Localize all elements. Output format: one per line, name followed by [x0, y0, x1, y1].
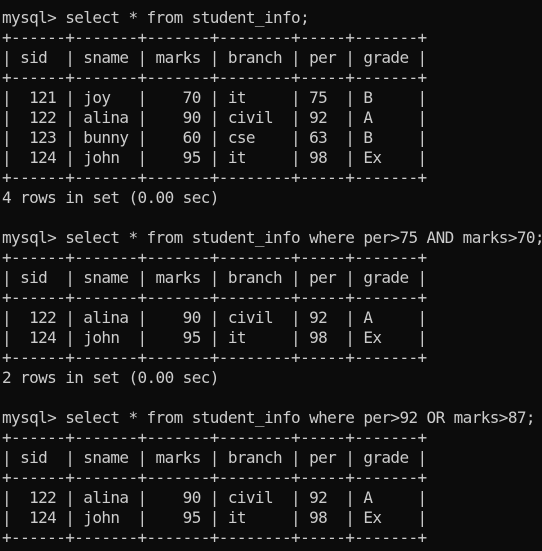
table-border-bottom: +------+-------+-------+--------+-----+-… [2, 168, 427, 187]
prompt-line-query-2: mysql> select * from student_info where … [2, 228, 542, 247]
table-row: | 124 | john | 95 | it | 98 | Ex | [2, 328, 427, 347]
table-border-bottom: +------+-------+-------+--------+-----+-… [2, 348, 427, 367]
prompt-line-query-3: mysql> select * from student_info where … [2, 408, 536, 427]
table-row: | 124 | john | 95 | it | 98 | Ex | [2, 148, 427, 167]
terminal-output: mysql> select * from student_info; +----… [2, 8, 542, 548]
table-row: | 121 | joy | 70 | it | 75 | B | [2, 88, 427, 107]
table-header-row: | sid | sname | marks | branch | per | g… [2, 448, 427, 467]
result-summary-line: 4 rows in set (0.00 sec) [2, 188, 219, 207]
prompt-line-query-1: mysql> select * from student_info; [2, 8, 310, 27]
table-border-header: +------+-------+-------+--------+-----+-… [2, 288, 427, 307]
table-border-top: +------+-------+-------+--------+-----+-… [2, 428, 427, 447]
table-header-row: | sid | sname | marks | branch | per | g… [2, 268, 427, 287]
table-row: | 124 | john | 95 | it | 98 | Ex | [2, 508, 427, 527]
table-border-header: +------+-------+-------+--------+-----+-… [2, 468, 427, 487]
table-row: | 122 | alina | 90 | civil | 92 | A | [2, 108, 427, 127]
table-header-row: | sid | sname | marks | branch | per | g… [2, 48, 427, 67]
table-border-top: +------+-------+-------+--------+-----+-… [2, 248, 427, 267]
table-border-top: +------+-------+-------+--------+-----+-… [2, 28, 427, 47]
table-border-header: +------+-------+-------+--------+-----+-… [2, 68, 427, 87]
table-row: | 123 | bunny | 60 | cse | 63 | B | [2, 128, 427, 147]
result-summary-line: 2 rows in set (0.00 sec) [2, 368, 219, 387]
table-row: | 122 | alina | 90 | civil | 92 | A | [2, 308, 427, 327]
terminal-window[interactable]: mysql> select * from student_info; +----… [0, 0, 542, 551]
table-border-bottom: +------+-------+-------+--------+-----+-… [2, 528, 427, 547]
table-row: | 122 | alina | 90 | civil | 92 | A | [2, 488, 427, 507]
